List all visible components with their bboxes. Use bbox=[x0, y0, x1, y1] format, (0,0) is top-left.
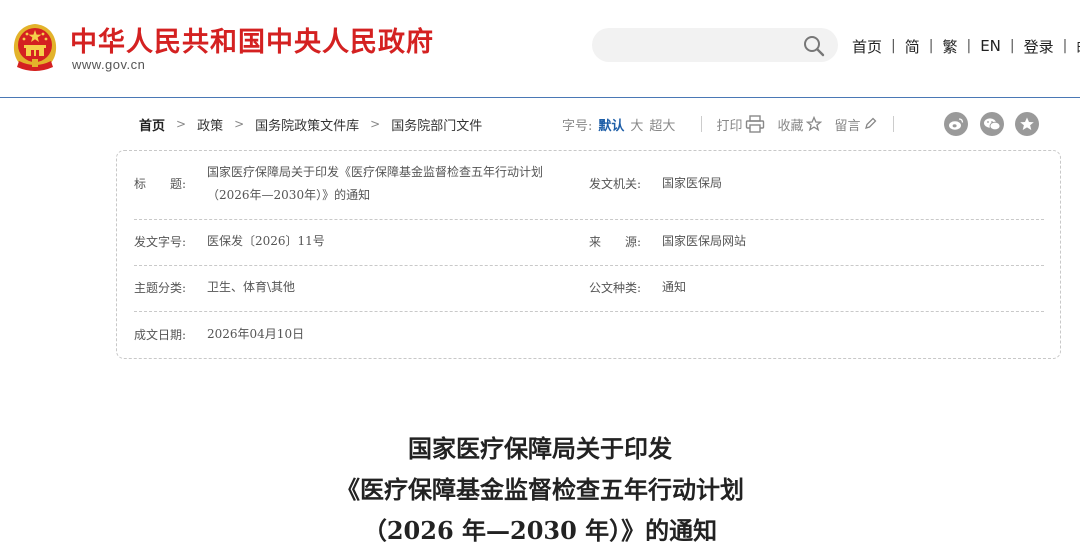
title-value-line1: 国家医疗保障局关于印发《医疗保障基金监督检查五年行动计划 bbox=[207, 165, 544, 179]
nav-separator: | bbox=[1009, 38, 1015, 54]
toolbar-divider bbox=[701, 116, 703, 132]
nav-traditional-link[interactable]: 繁 bbox=[942, 36, 957, 57]
info-row-doc-number: 发文字号: 医保发〔2026〕11号 来 源: 国家医保局网站 bbox=[134, 220, 1044, 266]
weibo-icon[interactable] bbox=[944, 112, 968, 136]
doc-number-label: 发文字号: bbox=[134, 235, 187, 249]
title-value-line2: （2026年—2030年）》的通知 bbox=[207, 188, 371, 202]
font-size-large[interactable]: 大 bbox=[630, 115, 643, 134]
breadcrumb-policy[interactable]: 政策 bbox=[197, 115, 223, 134]
date-value: 2026年04月10日 bbox=[207, 327, 305, 341]
favorite-button[interactable]: 收藏 bbox=[777, 115, 823, 134]
favorite-label: 收藏 bbox=[777, 118, 804, 134]
breadcrumb-policy-library[interactable]: 国务院政策文件库 bbox=[255, 115, 359, 134]
breadcrumb-separator: > bbox=[370, 117, 381, 131]
info-row-category: 主题分类: 卫生、体育\其他 公文种类: 通知 bbox=[134, 266, 1044, 312]
info-row-date: 成文日期: 2026年04月10日 bbox=[134, 312, 1044, 358]
font-size-label: 字号: bbox=[562, 118, 593, 134]
site-header: 中华人民共和国中央人民政府 www.gov.cn 首页 | 简 | 繁 | EN… bbox=[0, 0, 1080, 98]
source-value: 国家医保局网站 bbox=[662, 234, 747, 248]
breadcrumb-home[interactable]: 首页 bbox=[139, 115, 165, 134]
article-title-line3: （2026 年—2030 年）》的通知 bbox=[362, 516, 718, 545]
date-label: 成文日期: bbox=[134, 328, 187, 342]
star-icon bbox=[806, 116, 823, 132]
nav-separator: | bbox=[928, 38, 934, 54]
print-label: 打印 bbox=[716, 118, 743, 134]
info-row-title: 标 题: 国家医疗保障局关于印发《医疗保障基金监督检查五年行动计划 （2026年… bbox=[134, 151, 1044, 220]
toolbar-divider bbox=[893, 116, 895, 132]
national-emblem-icon[interactable] bbox=[11, 21, 59, 73]
source-label: 来 源: bbox=[589, 235, 642, 249]
category-label: 主题分类: bbox=[134, 281, 187, 295]
font-size-default[interactable]: 默认 bbox=[598, 115, 624, 134]
font-size-xlarge[interactable]: 超大 bbox=[649, 115, 675, 134]
document-info-panel: 标 题: 国家医疗保障局关于印发《医疗保障基金监督检查五年行动计划 （2026年… bbox=[116, 150, 1061, 359]
breadcrumb: 首页 > 政策 > 国务院政策文件库 > 国务院部门文件 bbox=[139, 114, 482, 134]
top-nav: 首页 | 简 | 繁 | EN | 登录 | 邮 bbox=[852, 35, 1080, 57]
breadcrumb-department-docs[interactable]: 国务院部门文件 bbox=[391, 115, 482, 134]
nav-mail-link[interactable]: 邮 bbox=[1076, 36, 1080, 57]
doc-type-label: 公文种类: bbox=[589, 281, 642, 295]
issuer-value: 国家医保局 bbox=[662, 176, 723, 190]
nav-home-link[interactable]: 首页 bbox=[852, 36, 882, 57]
qzone-icon[interactable] bbox=[1015, 112, 1039, 136]
nav-separator: | bbox=[891, 38, 896, 54]
article-title-line1: 国家医疗保障局关于印发 bbox=[408, 434, 672, 463]
doc-number-value: 医保发〔2026〕11号 bbox=[207, 234, 325, 248]
breadcrumb-separator: > bbox=[176, 117, 187, 131]
site-domain: www.gov.cn bbox=[72, 57, 146, 72]
print-button[interactable]: 打印 bbox=[716, 115, 765, 134]
nav-login-link[interactable]: 登录 bbox=[1024, 36, 1054, 57]
article-title-line2: 《医疗保障基金监督检查五年行动计划 bbox=[336, 475, 744, 504]
site-title[interactable]: 中华人民共和国中央人民政府 bbox=[70, 20, 434, 59]
search-icon[interactable] bbox=[802, 34, 826, 58]
comment-label: 留言 bbox=[834, 118, 861, 134]
wechat-icon[interactable] bbox=[980, 112, 1004, 136]
article-toolbar: 字号: 默认 大 超大 打印 收藏 留言 bbox=[562, 114, 910, 134]
category-value: 卫生、体育\其他 bbox=[207, 280, 296, 294]
title-label: 标 题: bbox=[134, 177, 187, 191]
pencil-icon bbox=[865, 117, 877, 129]
nav-english-link[interactable]: EN bbox=[980, 37, 1001, 55]
comment-button[interactable]: 留言 bbox=[834, 115, 877, 134]
breadcrumb-separator: > bbox=[234, 117, 245, 131]
nav-separator: | bbox=[1062, 38, 1068, 54]
article-title: 国家医疗保障局关于印发 《医疗保障基金监督检查五年行动计划 （2026 年—20… bbox=[0, 428, 1080, 551]
doc-type-value: 通知 bbox=[662, 280, 687, 294]
nav-separator: | bbox=[966, 38, 972, 54]
nav-simplified-link[interactable]: 简 bbox=[905, 36, 920, 57]
issuer-label: 发文机关: bbox=[589, 177, 642, 191]
printer-icon bbox=[746, 115, 765, 133]
